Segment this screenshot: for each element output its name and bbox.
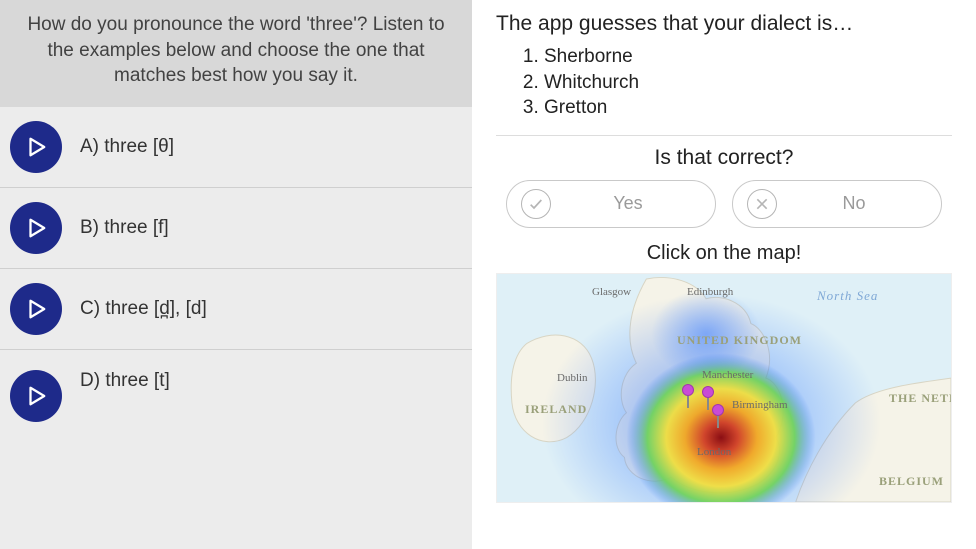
confirm-buttons: Yes No — [496, 180, 952, 228]
no-label: No — [781, 193, 927, 214]
play-icon[interactable] — [10, 370, 62, 422]
guess-list: Sherborne Whitchurch Gretton — [496, 44, 952, 121]
option-c[interactable]: C) three [d̪], [d] — [0, 269, 472, 350]
divider — [496, 135, 952, 136]
option-d[interactable]: D) three [t] — [0, 350, 472, 549]
no-button[interactable]: No — [732, 180, 942, 228]
map-instruction: Click on the map! — [496, 242, 952, 265]
guess-item: Sherborne — [544, 44, 952, 70]
close-icon — [747, 189, 777, 219]
guess-title: The app guesses that your dialect is… — [496, 12, 952, 36]
option-a[interactable]: A) three [θ] — [0, 107, 472, 188]
map-pin-icon — [702, 386, 716, 400]
option-label: C) three [d̪], [d] — [80, 298, 207, 320]
play-icon[interactable] — [10, 283, 62, 335]
play-icon[interactable] — [10, 121, 62, 173]
question-panel: How do you pronounce the word 'three'? L… — [0, 0, 472, 549]
option-label: D) three [t] — [80, 370, 170, 392]
guess-item: Gretton — [544, 95, 952, 121]
options-list: A) three [θ] B) three [f] C) three [d̪],… — [0, 107, 472, 549]
option-label: A) three [θ] — [80, 136, 174, 158]
option-b[interactable]: B) three [f] — [0, 188, 472, 269]
confirm-title: Is that correct? — [496, 146, 952, 170]
play-icon[interactable] — [10, 202, 62, 254]
map-pin-icon — [682, 384, 696, 398]
question-text: How do you pronounce the word 'three'? L… — [0, 0, 472, 107]
option-label: B) three [f] — [80, 217, 169, 239]
guess-item: Whitchurch — [544, 70, 952, 96]
yes-button[interactable]: Yes — [506, 180, 716, 228]
results-panel: The app guesses that your dialect is… Sh… — [472, 0, 976, 549]
yes-label: Yes — [555, 193, 701, 214]
dialect-map[interactable]: Glasgow Edinburgh North Sea Dublin IRELA… — [496, 273, 952, 503]
map-pin-icon — [712, 404, 726, 418]
check-icon — [521, 189, 551, 219]
